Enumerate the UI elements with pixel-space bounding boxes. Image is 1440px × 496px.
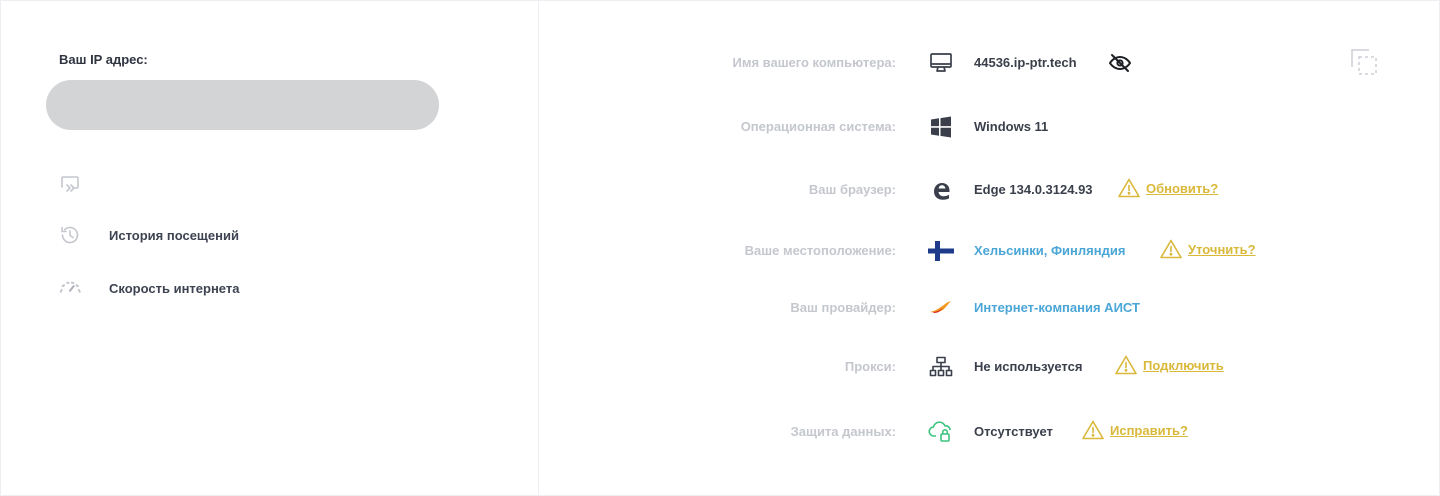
row-label: Ваш браузер:	[808, 182, 896, 197]
warning-icon	[1115, 355, 1137, 375]
edge-icon	[928, 178, 954, 202]
warning-icon	[1160, 239, 1182, 259]
info-row-os: Операционная система: Windows 11	[540, 112, 1420, 142]
isp-logo-icon	[928, 296, 954, 320]
row-value: Edge 134.0.3124.93	[974, 182, 1093, 197]
refine-location-link[interactable]: Уточнить?	[1188, 242, 1256, 257]
row-label: Ваш провайдер:	[790, 300, 896, 315]
menu-item-history[interactable]: История посещений	[58, 223, 239, 247]
info-row-browser: Ваш браузер: Edge 134.0.3124.93 Обновить…	[540, 175, 1420, 205]
copy-icon[interactable]	[1350, 48, 1378, 76]
finland-flag-icon	[928, 239, 954, 263]
row-value[interactable]: Хельсинки, Финляндия	[974, 243, 1125, 258]
row-label: Защита данных:	[790, 424, 896, 439]
cloud-lock-icon	[928, 420, 954, 444]
menu-item-speed[interactable]: Скорость интернета	[58, 276, 239, 300]
row-label: Прокси:	[844, 359, 896, 374]
info-row-provider: Ваш провайдер: Интернет-компания АИСТ	[540, 293, 1420, 323]
menu-item-cast[interactable]	[58, 172, 82, 196]
monitor-icon	[928, 51, 954, 75]
cast-icon	[58, 172, 82, 196]
row-value: 44536.ip-ptr.tech	[974, 55, 1077, 70]
row-value: Windows 11	[974, 119, 1049, 134]
row-label: Операционная система:	[740, 119, 896, 134]
fix-protection-link[interactable]: Исправить?	[1110, 423, 1188, 438]
update-browser-warning[interactable]: Обновить?	[1118, 178, 1218, 198]
row-label: Ваше местоположение:	[744, 243, 896, 258]
update-browser-link[interactable]: Обновить?	[1146, 181, 1218, 196]
warning-icon	[1118, 178, 1140, 198]
connect-proxy-warning[interactable]: Подключить	[1115, 355, 1224, 375]
info-row-location: Ваше местоположение: Хельсинки, Финлянди…	[540, 236, 1420, 266]
ip-address-label: Ваш IP адрес:	[59, 52, 148, 67]
menu-item-label: Скорость интернета	[109, 280, 240, 296]
menu-item-label: История посещений	[109, 227, 239, 243]
info-row-data-protection: Защита данных: Отсутствует Исправить?	[540, 417, 1420, 447]
row-value[interactable]: Интернет-компания АИСТ	[974, 300, 1140, 315]
ip-address-redacted	[46, 80, 439, 130]
network-icon	[928, 355, 954, 379]
info-row-proxy: Прокси: Не используется Подключить	[540, 352, 1420, 382]
row-label: Имя вашего компьютера:	[732, 55, 896, 70]
warning-icon	[1082, 420, 1104, 440]
panel-divider	[538, 0, 539, 496]
connect-proxy-link[interactable]: Подключить	[1143, 358, 1224, 373]
refine-location-warning[interactable]: Уточнить?	[1160, 239, 1256, 259]
info-row-computer-name: Имя вашего компьютера: 44536.ip-ptr.tech	[540, 48, 1420, 78]
speedometer-icon	[58, 276, 82, 300]
eye-slash-icon[interactable]	[1108, 52, 1132, 79]
history-icon	[58, 223, 82, 247]
row-value: Не используется	[974, 359, 1083, 374]
windows-icon	[928, 115, 954, 139]
fix-protection-warning[interactable]: Исправить?	[1082, 420, 1188, 440]
row-value: Отсутствует	[974, 424, 1053, 439]
